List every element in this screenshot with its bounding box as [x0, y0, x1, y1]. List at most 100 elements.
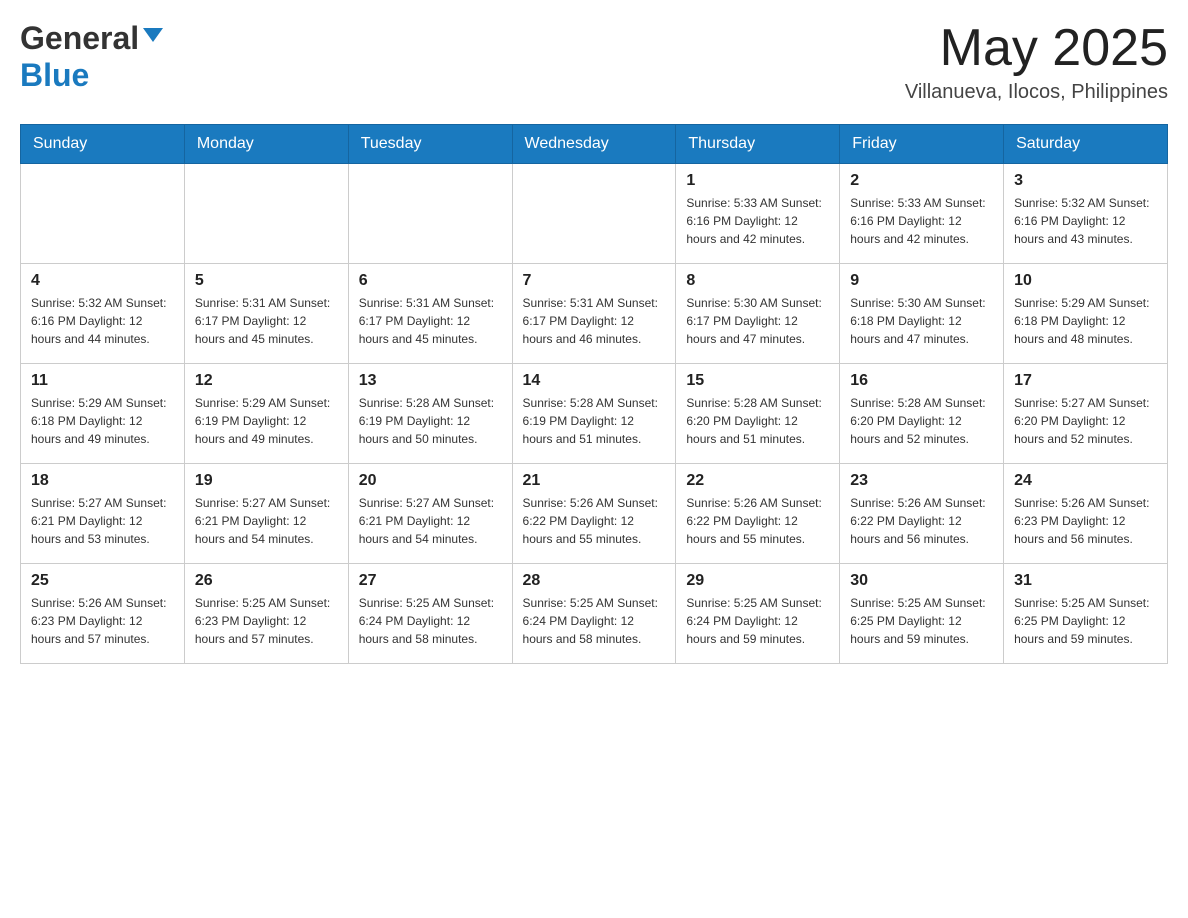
day-info: Sunrise: 5:29 AM Sunset: 6:19 PM Dayligh… — [195, 394, 338, 448]
calendar-cell: 20 Sunrise: 5:27 AM Sunset: 6:21 PM Dayli… — [348, 464, 512, 564]
day-number: 17 — [1014, 372, 1157, 390]
weekday-header-row: SundayMondayTuesdayWednesdayThursdayFrid… — [21, 125, 1168, 164]
day-number: 27 — [359, 572, 502, 590]
calendar-cell: 30 Sunrise: 5:25 AM Sunset: 6:25 PM Dayli… — [840, 564, 1004, 664]
weekday-header-thursday: Thursday — [676, 125, 840, 164]
calendar-cell — [348, 164, 512, 264]
day-info: Sunrise: 5:25 AM Sunset: 6:25 PM Dayligh… — [850, 594, 993, 648]
calendar-cell: 25Sunrise: 5:26 AM Sunset: 6:23 PM Dayli… — [21, 564, 185, 664]
calendar-cell: 16Sunrise: 5:28 AM Sunset: 6:20 PM Dayli… — [840, 364, 1004, 464]
calendar-week-3: 11Sunrise: 5:29 AM Sunset: 6:18 PM Dayli… — [21, 364, 1168, 464]
logo-triangle-icon — [143, 28, 163, 42]
calendar-cell: 7 Sunrise: 5:31 AM Sunset: 6:17 PM Daylig… — [512, 264, 676, 364]
day-info: Sunrise: 5:27 AM Sunset: 6:21 PM Dayligh… — [195, 494, 338, 548]
day-info: Sunrise: 5:33 AM Sunset: 6:16 PM Dayligh… — [850, 194, 993, 248]
page-header: General Blue May 2025 Villanueva, Ilocos… — [20, 20, 1168, 104]
weekday-header-saturday: Saturday — [1004, 125, 1168, 164]
calendar-cell — [21, 164, 185, 264]
calendar-cell: 8 Sunrise: 5:30 AM Sunset: 6:17 PM Daylig… — [676, 264, 840, 364]
logo: General Blue — [20, 20, 163, 94]
day-info: Sunrise: 5:26 AM Sunset: 6:23 PM Dayligh… — [1014, 494, 1157, 548]
day-info: Sunrise: 5:27 AM Sunset: 6:20 PM Dayligh… — [1014, 394, 1157, 448]
day-info: Sunrise: 5:31 AM Sunset: 6:17 PM Dayligh… — [359, 294, 502, 348]
calendar-cell: 9 Sunrise: 5:30 AM Sunset: 6:18 PM Daylig… — [840, 264, 1004, 364]
day-number: 9 — [850, 272, 993, 290]
location-text: Villanueva, Ilocos, Philippines — [905, 81, 1168, 104]
day-number: 4 — [31, 272, 174, 290]
day-number: 2 — [850, 172, 993, 190]
day-number: 5 — [195, 272, 338, 290]
calendar-cell: 6 Sunrise: 5:31 AM Sunset: 6:17 PM Daylig… — [348, 264, 512, 364]
day-number: 23 — [850, 472, 993, 490]
calendar-week-1: 1 Sunrise: 5:33 AM Sunset: 6:16 PM Daylig… — [21, 164, 1168, 264]
day-info: Sunrise: 5:31 AM Sunset: 6:17 PM Dayligh… — [195, 294, 338, 348]
weekday-header-friday: Friday — [840, 125, 1004, 164]
calendar-cell — [184, 164, 348, 264]
title-section: May 2025 Villanueva, Ilocos, Philippines — [905, 20, 1168, 104]
day-number: 15 — [686, 372, 829, 390]
day-number: 14 — [523, 372, 666, 390]
day-number: 16 — [850, 372, 993, 390]
day-number: 30 — [850, 572, 993, 590]
calendar-cell: 24 Sunrise: 5:26 AM Sunset: 6:23 PM Dayli… — [1004, 464, 1168, 564]
month-title: May 2025 — [905, 20, 1168, 77]
day-number: 1 — [686, 172, 829, 190]
calendar-cell: 14 Sunrise: 5:28 AM Sunset: 6:19 PM Dayli… — [512, 364, 676, 464]
day-number: 21 — [523, 472, 666, 490]
calendar-cell: 28Sunrise: 5:25 AM Sunset: 6:24 PM Dayli… — [512, 564, 676, 664]
day-info: Sunrise: 5:25 AM Sunset: 6:24 PM Dayligh… — [686, 594, 829, 648]
calendar-table: SundayMondayTuesdayWednesdayThursdayFrid… — [20, 124, 1168, 664]
calendar-cell: 18Sunrise: 5:27 AM Sunset: 6:21 PM Dayli… — [21, 464, 185, 564]
day-number: 13 — [359, 372, 502, 390]
calendar-cell: 4Sunrise: 5:32 AM Sunset: 6:16 PM Daylig… — [21, 264, 185, 364]
day-info: Sunrise: 5:30 AM Sunset: 6:17 PM Dayligh… — [686, 294, 829, 348]
day-number: 19 — [195, 472, 338, 490]
weekday-header-tuesday: Tuesday — [348, 125, 512, 164]
calendar-cell: 19 Sunrise: 5:27 AM Sunset: 6:21 PM Dayli… — [184, 464, 348, 564]
day-number: 10 — [1014, 272, 1157, 290]
day-info: Sunrise: 5:25 AM Sunset: 6:24 PM Dayligh… — [359, 594, 502, 648]
day-info: Sunrise: 5:29 AM Sunset: 6:18 PM Dayligh… — [1014, 294, 1157, 348]
day-info: Sunrise: 5:26 AM Sunset: 6:23 PM Dayligh… — [31, 594, 174, 648]
calendar-cell: 13 Sunrise: 5:28 AM Sunset: 6:19 PM Dayli… — [348, 364, 512, 464]
day-info: Sunrise: 5:25 AM Sunset: 6:25 PM Dayligh… — [1014, 594, 1157, 648]
calendar-cell: 1 Sunrise: 5:33 AM Sunset: 6:16 PM Daylig… — [676, 164, 840, 264]
calendar-week-4: 18Sunrise: 5:27 AM Sunset: 6:21 PM Dayli… — [21, 464, 1168, 564]
weekday-header-wednesday: Wednesday — [512, 125, 676, 164]
day-info: Sunrise: 5:28 AM Sunset: 6:20 PM Dayligh… — [686, 394, 829, 448]
calendar-cell: 23Sunrise: 5:26 AM Sunset: 6:22 PM Dayli… — [840, 464, 1004, 564]
day-number: 3 — [1014, 172, 1157, 190]
day-info: Sunrise: 5:28 AM Sunset: 6:19 PM Dayligh… — [523, 394, 666, 448]
calendar-cell: 3Sunrise: 5:32 AM Sunset: 6:16 PM Daylig… — [1004, 164, 1168, 264]
day-info: Sunrise: 5:29 AM Sunset: 6:18 PM Dayligh… — [31, 394, 174, 448]
day-number: 26 — [195, 572, 338, 590]
day-number: 24 — [1014, 472, 1157, 490]
calendar-cell: 31 Sunrise: 5:25 AM Sunset: 6:25 PM Dayli… — [1004, 564, 1168, 664]
day-info: Sunrise: 5:27 AM Sunset: 6:21 PM Dayligh… — [359, 494, 502, 548]
calendar-cell: 17 Sunrise: 5:27 AM Sunset: 6:20 PM Dayli… — [1004, 364, 1168, 464]
day-number: 31 — [1014, 572, 1157, 590]
logo-blue-text: Blue — [20, 57, 89, 93]
calendar-cell: 21 Sunrise: 5:26 AM Sunset: 6:22 PM Dayli… — [512, 464, 676, 564]
day-info: Sunrise: 5:33 AM Sunset: 6:16 PM Dayligh… — [686, 194, 829, 248]
calendar-cell: 27 Sunrise: 5:25 AM Sunset: 6:24 PM Dayli… — [348, 564, 512, 664]
day-info: Sunrise: 5:25 AM Sunset: 6:23 PM Dayligh… — [195, 594, 338, 648]
day-number: 12 — [195, 372, 338, 390]
day-number: 8 — [686, 272, 829, 290]
calendar-week-2: 4Sunrise: 5:32 AM Sunset: 6:16 PM Daylig… — [21, 264, 1168, 364]
day-info: Sunrise: 5:26 AM Sunset: 6:22 PM Dayligh… — [523, 494, 666, 548]
day-number: 7 — [523, 272, 666, 290]
calendar-cell: 11Sunrise: 5:29 AM Sunset: 6:18 PM Dayli… — [21, 364, 185, 464]
calendar-cell: 26 Sunrise: 5:25 AM Sunset: 6:23 PM Dayli… — [184, 564, 348, 664]
day-info: Sunrise: 5:26 AM Sunset: 6:22 PM Dayligh… — [686, 494, 829, 548]
calendar-week-5: 25Sunrise: 5:26 AM Sunset: 6:23 PM Dayli… — [21, 564, 1168, 664]
day-number: 6 — [359, 272, 502, 290]
day-info: Sunrise: 5:31 AM Sunset: 6:17 PM Dayligh… — [523, 294, 666, 348]
day-number: 22 — [686, 472, 829, 490]
calendar-cell: 12 Sunrise: 5:29 AM Sunset: 6:19 PM Dayli… — [184, 364, 348, 464]
day-number: 20 — [359, 472, 502, 490]
day-info: Sunrise: 5:30 AM Sunset: 6:18 PM Dayligh… — [850, 294, 993, 348]
day-number: 29 — [686, 572, 829, 590]
calendar-cell: 22 Sunrise: 5:26 AM Sunset: 6:22 PM Dayli… — [676, 464, 840, 564]
day-info: Sunrise: 5:28 AM Sunset: 6:19 PM Dayligh… — [359, 394, 502, 448]
